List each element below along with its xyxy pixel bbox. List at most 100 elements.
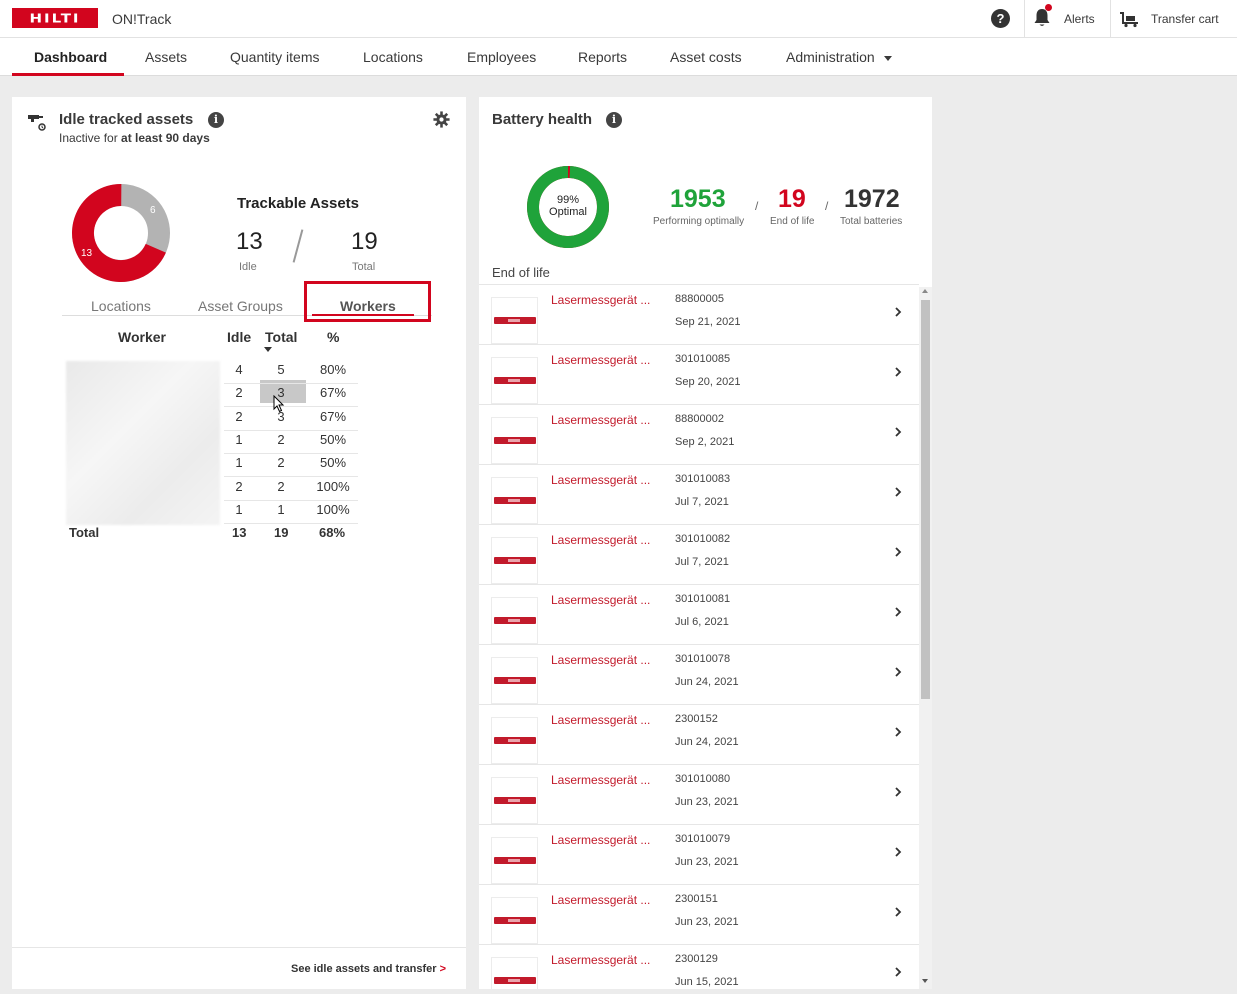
col-idle[interactable]: Idle <box>227 329 251 345</box>
transfer-cart-label[interactable]: Transfer cart <box>1151 12 1219 26</box>
col-percent[interactable]: % <box>327 329 339 345</box>
chevron-right-icon[interactable] <box>893 966 903 978</box>
list-item[interactable]: Lasermessgerät ... 88800005 Sep 21, 2021 <box>479 284 919 344</box>
nav-quantity-items[interactable]: Quantity items <box>230 49 319 65</box>
chevron-right-icon[interactable] <box>893 306 903 318</box>
item-name: Lasermessgerät ... <box>551 773 651 787</box>
row-idle: 1 <box>235 502 243 517</box>
item-name: Lasermessgerät ... <box>551 893 651 907</box>
device-image <box>494 857 536 864</box>
help-icon[interactable]: ? <box>991 9 1010 28</box>
item-date: Jul 6, 2021 <box>675 616 729 628</box>
list-item[interactable]: Lasermessgerät ... 2300151 Jun 23, 2021 <box>479 884 919 944</box>
chevron-right-icon[interactable] <box>893 846 903 858</box>
info-icon[interactable]: i <box>606 112 622 128</box>
workers-tab-highlight <box>304 281 431 322</box>
performing-label: Performing optimally <box>653 216 745 227</box>
alerts-label[interactable]: Alerts <box>1064 12 1095 26</box>
eol-count: 19 <box>778 185 806 213</box>
scrollbar-thumb[interactable] <box>921 300 930 699</box>
chevron-right-icon[interactable] <box>893 366 903 378</box>
laser-meter-thumbnail <box>491 357 538 404</box>
item-id: 88800005 <box>675 293 724 305</box>
item-id: 301010079 <box>675 833 731 845</box>
alert-dot <box>1045 4 1052 11</box>
trackable-assets-title: Trackable Assets <box>237 195 360 212</box>
chevron-right-icon[interactable] <box>893 666 903 678</box>
bell-icon[interactable] <box>1033 8 1051 28</box>
item-name: Lasermessgerät ... <box>551 293 651 307</box>
laser-meter-thumbnail <box>491 597 538 644</box>
item-name: Lasermessgerät ... <box>551 713 651 727</box>
list-item[interactable]: Lasermessgerät ... 301010085 Sep 20, 2021 <box>479 344 919 404</box>
chevron-right-icon[interactable] <box>893 426 903 438</box>
item-date: Jun 24, 2021 <box>675 676 739 688</box>
scroll-up-icon[interactable] <box>922 289 928 293</box>
row-pct: 50% <box>319 432 347 447</box>
total-row-idle: 13 <box>232 525 247 540</box>
nav-locations[interactable]: Locations <box>363 49 423 65</box>
cart-icon[interactable] <box>1119 10 1141 28</box>
nav-administration-label: Administration <box>786 49 875 65</box>
separator-slash <box>292 229 304 263</box>
chevron-right-icon[interactable] <box>893 546 903 558</box>
col-worker[interactable]: Worker <box>118 329 166 345</box>
scroll-down-icon[interactable] <box>922 979 928 983</box>
nav-reports[interactable]: Reports <box>578 49 627 65</box>
device-image <box>494 437 536 444</box>
row-divider <box>224 476 358 477</box>
info-icon[interactable]: i <box>208 112 224 128</box>
laser-meter-thumbnail <box>491 537 538 584</box>
battery-status: Optimal <box>549 206 587 218</box>
eol-list-title: End of life <box>492 265 550 280</box>
list-item[interactable]: Lasermessgerät ... 2300152 Jun 24, 2021 <box>479 704 919 764</box>
chevron-right-icon[interactable] <box>893 606 903 618</box>
row-idle: 4 <box>235 362 243 377</box>
total-batteries-label: Total batteries <box>840 216 903 227</box>
list-item[interactable]: Lasermessgerät ... 301010081 Jul 6, 2021 <box>479 584 919 644</box>
col-total[interactable]: Total <box>265 329 297 345</box>
row-divider <box>224 523 358 524</box>
list-item[interactable]: Lasermessgerät ... 301010082 Jul 7, 2021 <box>479 524 919 584</box>
item-name: Lasermessgerät ... <box>551 533 651 547</box>
item-date: Jul 7, 2021 <box>675 556 729 568</box>
device-image <box>494 377 536 384</box>
nav-administration[interactable]: Administration <box>786 49 892 65</box>
idle-count-label: Idle <box>239 261 257 273</box>
active-nav-indicator <box>12 73 124 76</box>
chevron-right-icon[interactable] <box>893 786 903 798</box>
list-item[interactable]: Lasermessgerät ... 301010080 Jun 23, 2021 <box>479 764 919 824</box>
tab-asset-groups[interactable]: Asset Groups <box>198 298 283 314</box>
performing-count: 1953 <box>670 185 726 213</box>
chevron-right-icon: > <box>439 963 447 975</box>
chevron-right-icon[interactable] <box>893 486 903 498</box>
nav-asset-costs[interactable]: Asset costs <box>670 49 742 65</box>
nav-assets[interactable]: Assets <box>145 49 187 65</box>
tab-locations[interactable]: Locations <box>91 298 151 314</box>
list-item[interactable]: Lasermessgerät ... 301010078 Jun 24, 2021 <box>479 644 919 704</box>
chevron-right-icon[interactable] <box>893 906 903 918</box>
device-image <box>494 917 536 924</box>
item-name: Lasermessgerät ... <box>551 413 651 427</box>
nav-dashboard[interactable]: Dashboard <box>34 49 107 65</box>
total-row-total: 19 <box>274 525 289 540</box>
device-image <box>494 977 536 984</box>
hilti-logo[interactable]: HILTI <box>12 8 98 28</box>
row-idle: 1 <box>235 455 243 470</box>
total-batteries-count: 1972 <box>844 185 900 213</box>
laser-meter-thumbnail <box>491 897 538 944</box>
battery-donut-chart: 99% Optimal <box>527 166 609 248</box>
device-image <box>494 317 536 324</box>
nav-employees[interactable]: Employees <box>467 49 536 65</box>
item-id: 301010080 <box>675 773 731 785</box>
item-id: 301010078 <box>675 653 731 665</box>
list-item[interactable]: Lasermessgerät ... 88800002 Sep 2, 2021 <box>479 404 919 464</box>
see-idle-assets-link[interactable]: See idle assets and transfer > <box>291 963 446 975</box>
list-item[interactable]: Lasermessgerät ... 2300129 Jun 15, 2021 <box>479 944 919 989</box>
list-item[interactable]: Lasermessgerät ... 301010083 Jul 7, 2021 <box>479 464 919 524</box>
gear-icon[interactable] <box>433 111 450 128</box>
laser-meter-thumbnail <box>491 657 538 704</box>
item-id: 2300129 <box>675 953 718 965</box>
list-item[interactable]: Lasermessgerät ... 301010079 Jun 23, 2021 <box>479 824 919 884</box>
chevron-right-icon[interactable] <box>893 726 903 738</box>
